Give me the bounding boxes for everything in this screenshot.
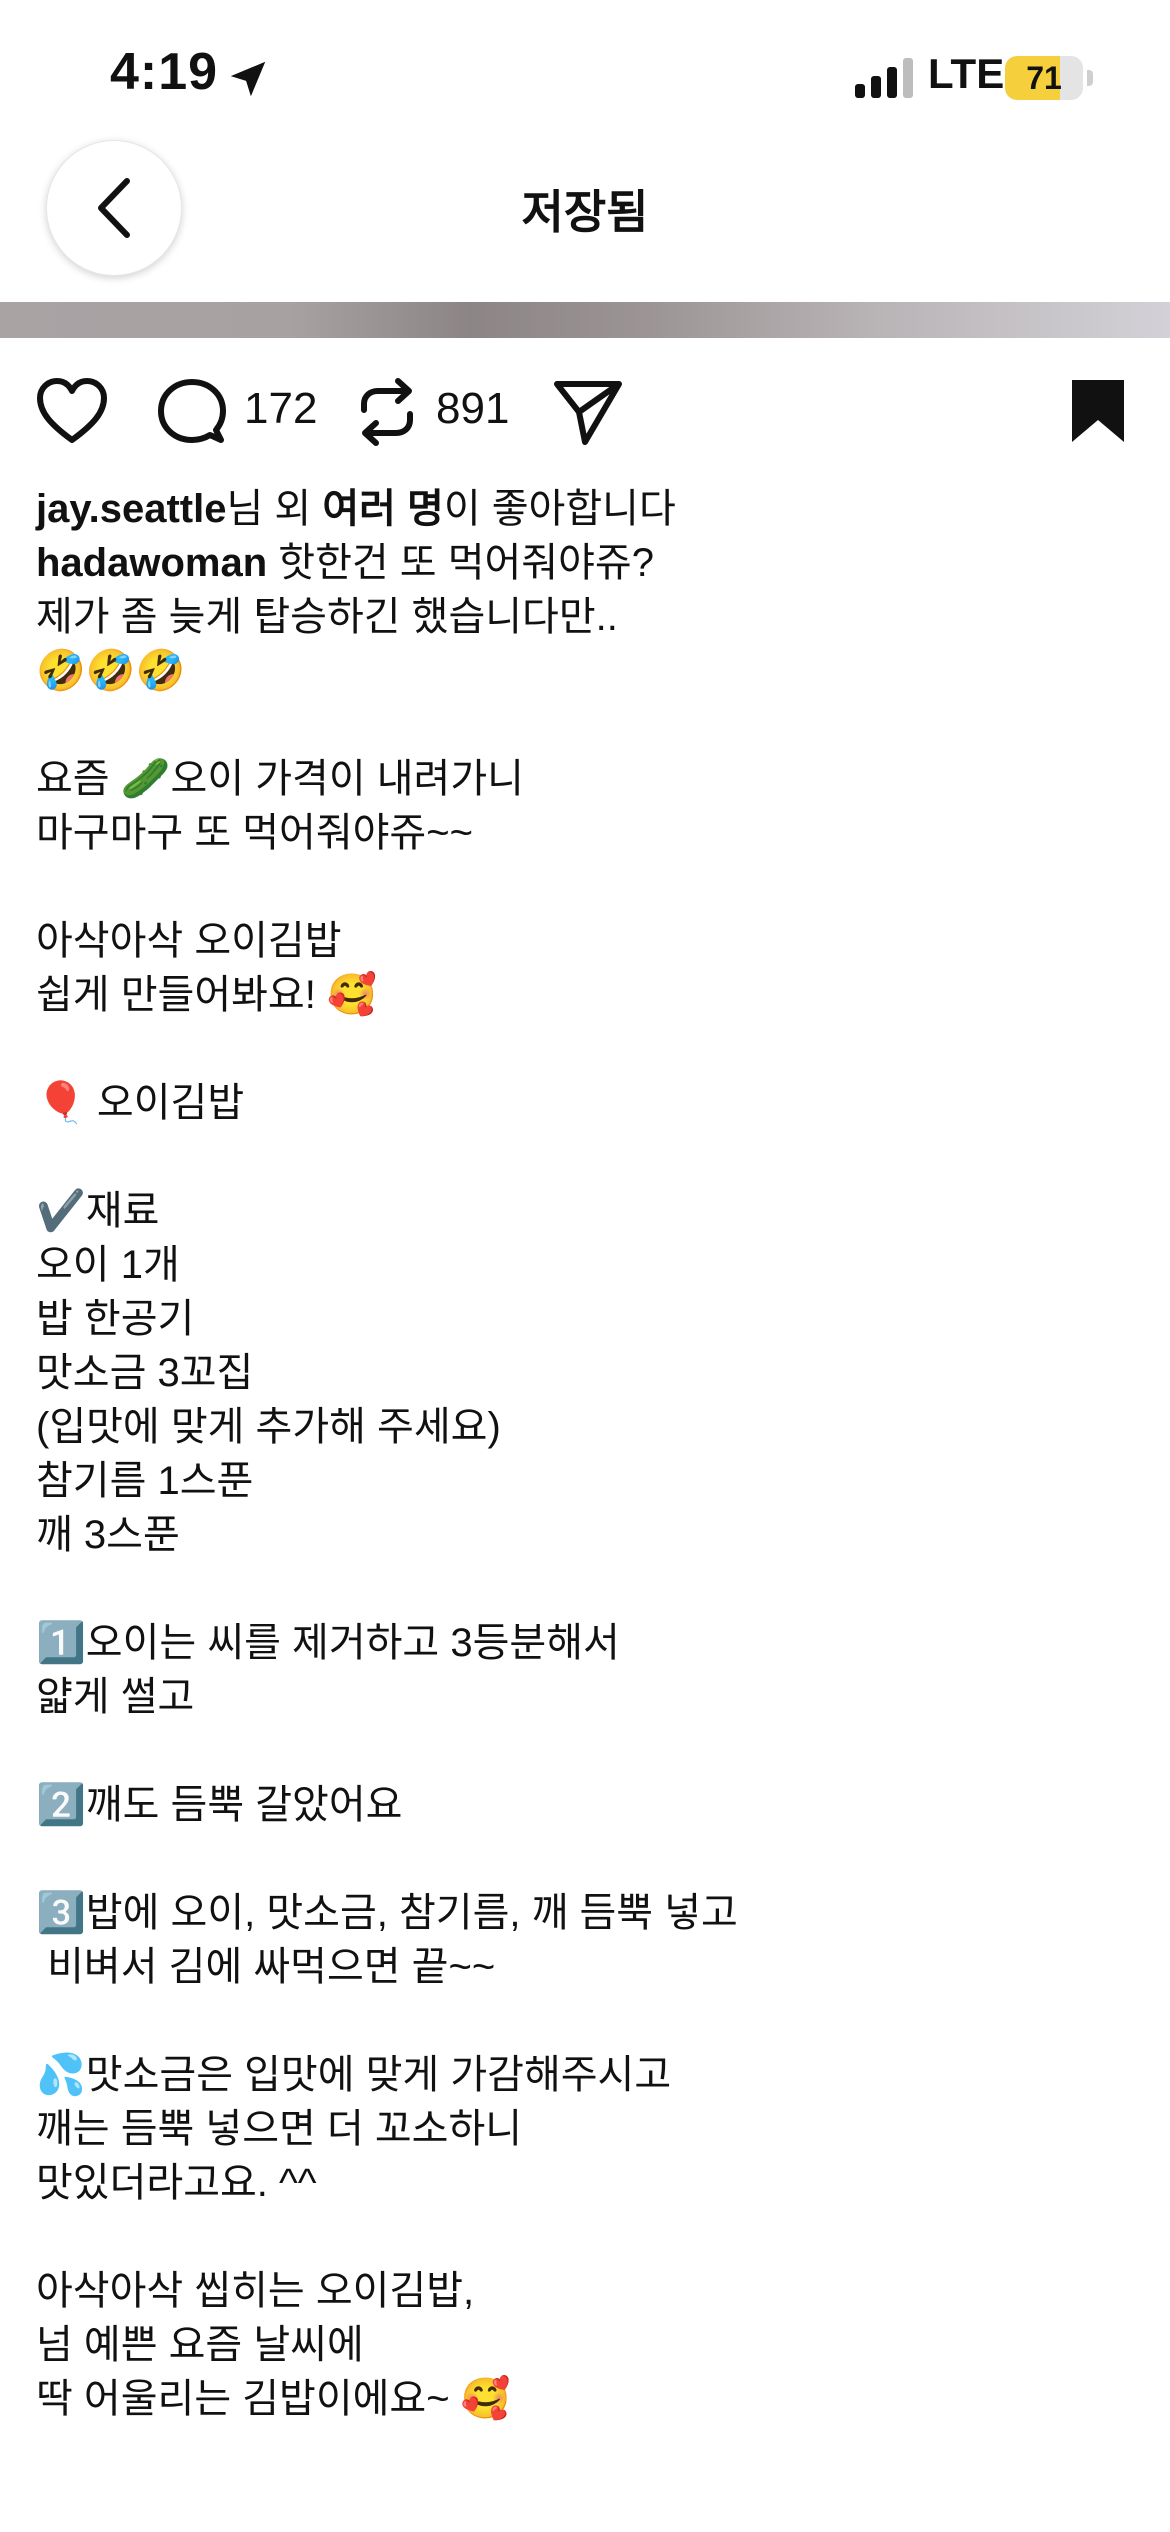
battery-percent: 71 (1026, 60, 1062, 96)
post-action-bar: 172 891 (0, 370, 1170, 460)
comment-count: 172 (244, 384, 318, 433)
status-bar: 4:19 LTE 71 (0, 0, 1170, 140)
navigation-bar: 저장됨 (0, 140, 1170, 300)
bookmark-filled-icon[interactable] (1070, 378, 1126, 444)
cellular-signal-icon (855, 58, 913, 98)
network-type: LTE (928, 50, 1005, 97)
likes-connector: 님 외 (226, 487, 323, 531)
page-title: 저장됨 (521, 186, 649, 238)
post-image[interactable] (0, 302, 1170, 338)
likes-tail: 이 좋아합니다 (443, 487, 676, 531)
heart-icon[interactable] (36, 378, 108, 444)
caption-body: 제가 좀 늦게 탑승하긴 했습니다만.. 🤣🤣🤣 요즘 🥒오이 가격이 내려가니… (36, 595, 738, 2421)
clock-time: 4:19 (110, 43, 219, 101)
comment-icon[interactable] (158, 378, 226, 446)
author-username[interactable]: hadawoman (36, 541, 267, 585)
caption-first-line: 핫한건 또 먹어줘야쥬? (267, 541, 654, 585)
repost-count: 891 (436, 384, 510, 433)
repost-icon[interactable] (356, 376, 418, 448)
location-arrow-icon (230, 61, 266, 97)
liked-by-username[interactable]: jay.seattle (36, 487, 227, 531)
battery-icon: 71 (1005, 56, 1093, 100)
likes-summary[interactable]: jay.seattle님 외 여러 명이 좋아합니다 (36, 476, 676, 534)
likes-others[interactable]: 여러 명 (322, 487, 444, 531)
send-icon[interactable] (552, 378, 624, 446)
post-caption: hadawoman 핫한건 또 먹어줘야쥬? 제가 좀 늦게 탑승하긴 했습니다… (36, 536, 1136, 2426)
